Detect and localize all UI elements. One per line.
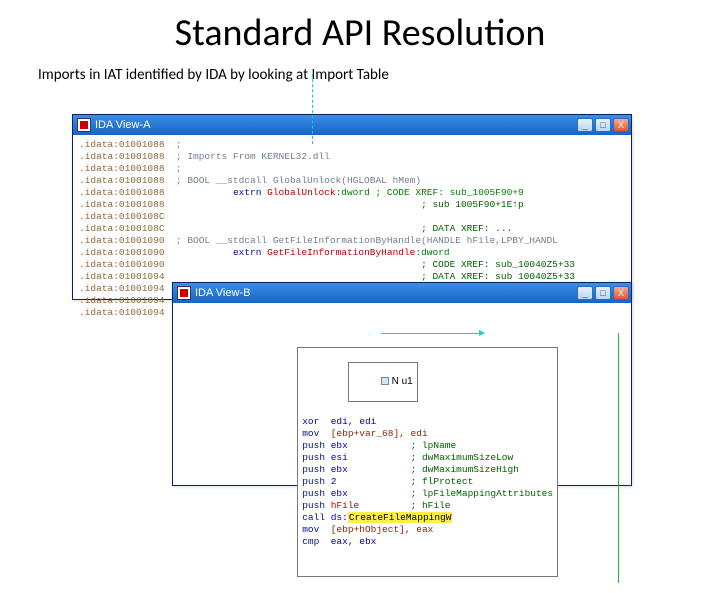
titlebar-a[interactable]: IDA View-A _ □ X [73, 115, 631, 135]
disasm-pane-b[interactable]: N u1 xor edi, edi mov [ebp+var_68], edi … [173, 303, 631, 593]
block-collapse-icon[interactable] [381, 377, 389, 385]
ida-icon [77, 118, 91, 132]
screenshot-region: IDA View-A _ □ X .idata:01001088 ; .idat… [72, 114, 640, 504]
basic-block[interactable]: N u1 xor edi, edi mov [ebp+var_68], edi … [297, 347, 558, 577]
flow-line-top [312, 74, 313, 144]
block-header[interactable]: N u1 [348, 362, 418, 402]
titlebar-b-text: IDA View-B [195, 287, 577, 299]
block-header-label: N u1 [392, 376, 413, 387]
slide-title: Standard API Resolution [0, 0, 720, 56]
ida-view-a-window: IDA View-A _ □ X .idata:01001088 ; .idat… [72, 114, 632, 300]
ida-icon [177, 286, 191, 300]
close-button[interactable]: X [613, 118, 629, 132]
subtitle-text: Imports in IAT identified by IDA by look… [0, 56, 720, 84]
maximize-button[interactable]: □ [595, 286, 611, 300]
flow-arrow [381, 333, 481, 343]
flow-line-green [618, 333, 619, 583]
titlebar-a-text: IDA View-A [95, 119, 577, 131]
block-lines: xor edi, edi mov [ebp+var_68], edi push … [302, 416, 553, 548]
maximize-button[interactable]: □ [595, 118, 611, 132]
ida-view-b-window: IDA View-B _ □ X N u1 xor edi, edi mov [… [172, 282, 632, 486]
minimize-button[interactable]: _ [577, 118, 593, 132]
titlebar-b[interactable]: IDA View-B _ □ X [173, 283, 631, 303]
close-button[interactable]: X [613, 286, 629, 300]
minimize-button[interactable]: _ [577, 286, 593, 300]
